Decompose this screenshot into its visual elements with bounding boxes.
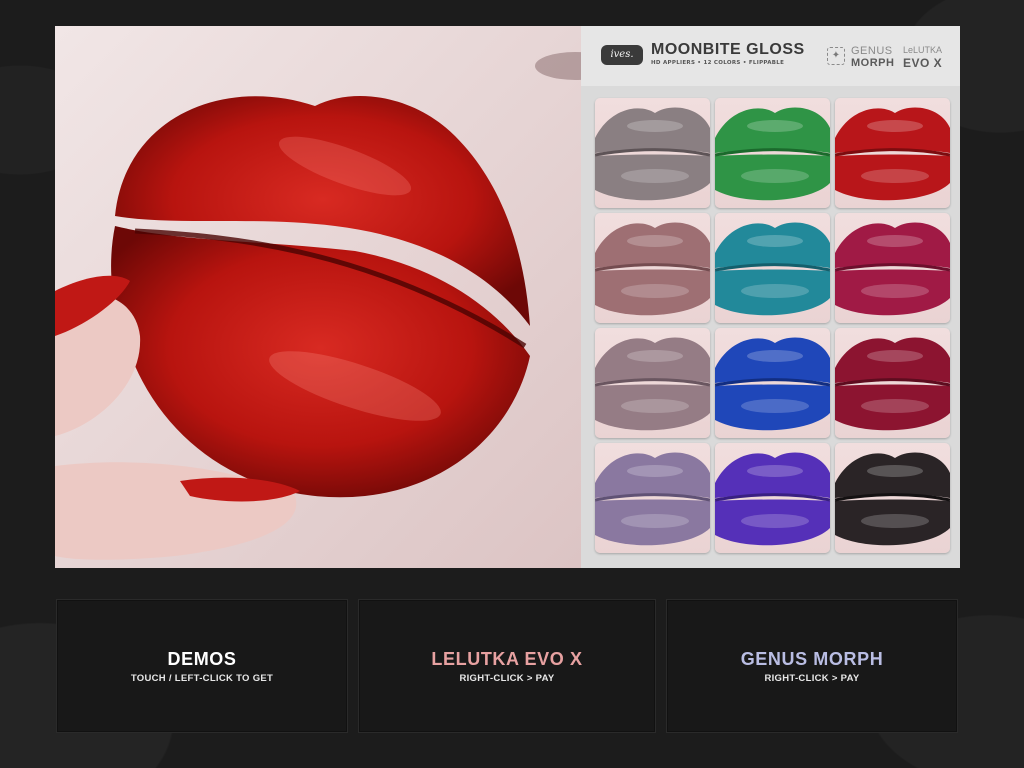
demos-button-title: DEMOS bbox=[167, 649, 237, 669]
color-swatch-grid bbox=[595, 98, 951, 556]
demos-button[interactable]: DEMOS TOUCH / LEFT-CLICK TO GET bbox=[56, 599, 348, 733]
color-swatch bbox=[835, 98, 950, 208]
lelutka-button-title: LELUTKA EVO X bbox=[431, 649, 583, 669]
color-swatch bbox=[715, 213, 830, 323]
color-swatch bbox=[595, 443, 710, 553]
compat-lelutka-label: LeLUTKA bbox=[903, 45, 943, 55]
color-swatch bbox=[595, 98, 710, 208]
product-title: MOONBITE GLOSS bbox=[651, 41, 805, 58]
color-swatch bbox=[595, 328, 710, 438]
color-swatch bbox=[715, 443, 830, 553]
compat-evox-label: EVO X bbox=[903, 56, 943, 70]
color-swatch bbox=[715, 98, 830, 208]
hero-lips-image bbox=[55, 26, 581, 568]
product-ad-board: ives. MOONBITE GLOSS HD APPLIERS • 12 CO… bbox=[55, 26, 960, 568]
color-swatch bbox=[715, 328, 830, 438]
product-subtitle: HD APPLIERS • 12 COLORS • FLIPPABLE bbox=[651, 60, 785, 66]
brand-logo: ives. bbox=[601, 45, 643, 65]
product-panel: ives. MOONBITE GLOSS HD APPLIERS • 12 CO… bbox=[581, 26, 960, 568]
lelutka-evox-pay-button[interactable]: LELUTKA EVO X RIGHT-CLICK > PAY bbox=[358, 599, 656, 733]
demos-button-subtitle: TOUCH / LEFT-CLICK TO GET bbox=[130, 673, 274, 684]
color-swatch bbox=[835, 328, 950, 438]
color-swatch bbox=[835, 213, 950, 323]
product-header: ives. MOONBITE GLOSS HD APPLIERS • 12 CO… bbox=[581, 26, 960, 86]
compat-morph-label: MORPH bbox=[851, 57, 895, 69]
genus-morph-pay-button[interactable]: GENUS MORPH RIGHT-CLICK > PAY bbox=[666, 599, 958, 733]
color-swatch bbox=[835, 443, 950, 553]
compatibility-icon: ✦ bbox=[827, 47, 845, 65]
compatibility-badge: ✦ GENUS MORPH LeLUTKA EVO X bbox=[827, 44, 951, 70]
compat-genus-label: GENUS bbox=[851, 45, 893, 57]
color-swatch bbox=[595, 213, 710, 323]
genus-button-title: GENUS MORPH bbox=[740, 649, 884, 669]
genus-button-subtitle: RIGHT-CLICK > PAY bbox=[764, 673, 860, 684]
lelutka-button-subtitle: RIGHT-CLICK > PAY bbox=[459, 673, 555, 684]
